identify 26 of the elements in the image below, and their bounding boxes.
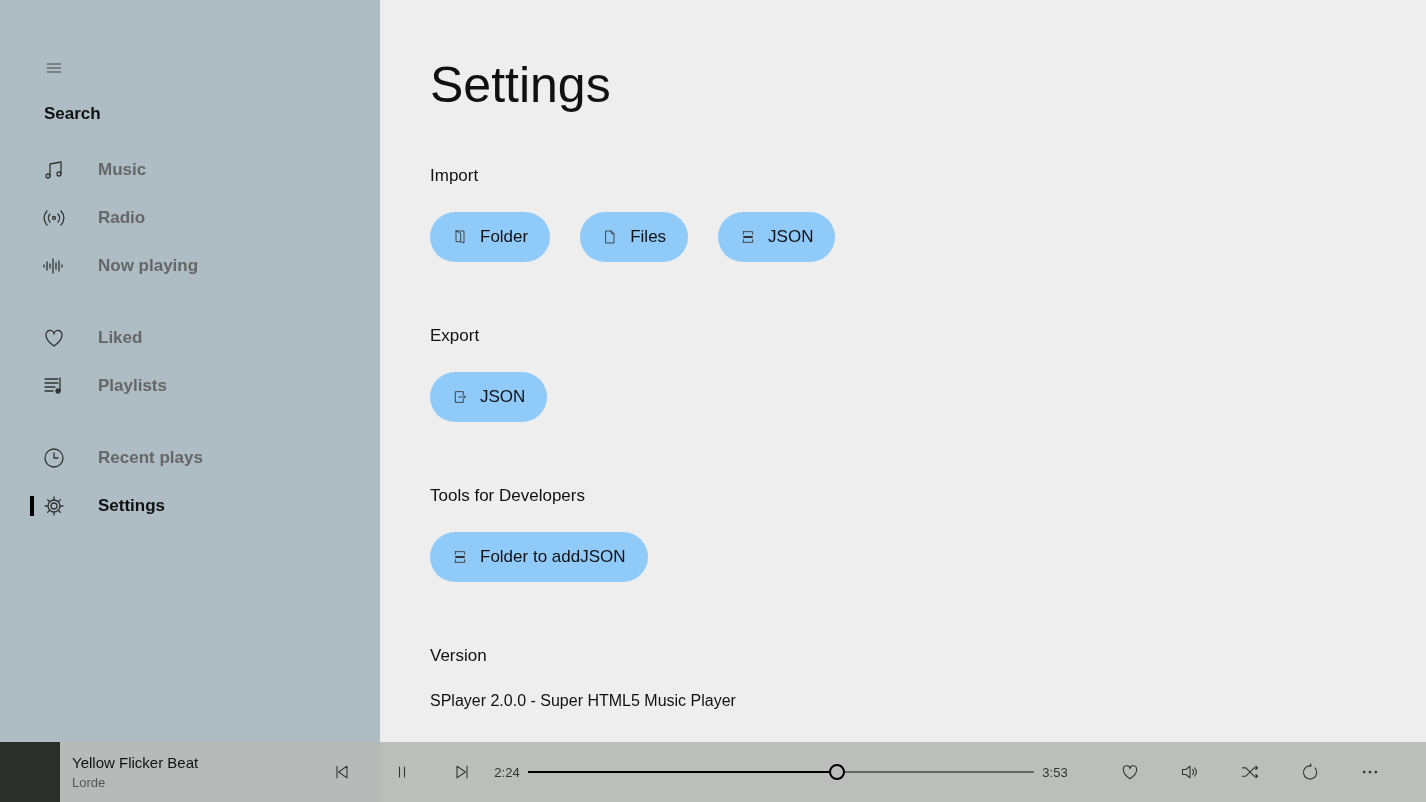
heart-icon[interactable] <box>1120 762 1140 782</box>
version-text: SPlayer 2.0.0 - Super HTML5 Music Player <box>430 692 737 710</box>
clock-icon <box>42 446 66 470</box>
nav-item[interactable]: Settings <box>0 482 380 530</box>
action-button[interactable]: Folder to addJSON <box>430 532 648 582</box>
action-button[interactable]: JSON <box>430 372 548 422</box>
track-title: Yellow Flicker Beat <box>72 754 200 771</box>
folder-icon <box>452 229 468 245</box>
repeat-icon[interactable] <box>1300 762 1320 782</box>
elapsed-time: 2:24 <box>493 764 521 780</box>
search-link[interactable]: Search <box>44 104 101 124</box>
export-icon <box>452 389 468 405</box>
section-heading: Tools for Developers <box>430 486 585 506</box>
action-button[interactable]: JSON <box>718 212 836 262</box>
section-heading: Export <box>430 326 480 346</box>
artist-name: Lorde <box>72 775 107 790</box>
section-heading: Version <box>430 646 487 666</box>
action-button[interactable]: Folder <box>430 212 551 262</box>
selection-indicator <box>30 496 34 516</box>
action-button[interactable]: Files <box>580 212 689 262</box>
settings-icon <box>42 494 66 518</box>
progress-thumb[interactable] <box>828 764 845 780</box>
album-art-placeholder <box>0 742 60 802</box>
page-title: Settings <box>430 56 611 114</box>
duration-time: 3:53 <box>1041 764 1069 780</box>
section-heading: Import <box>430 166 479 186</box>
